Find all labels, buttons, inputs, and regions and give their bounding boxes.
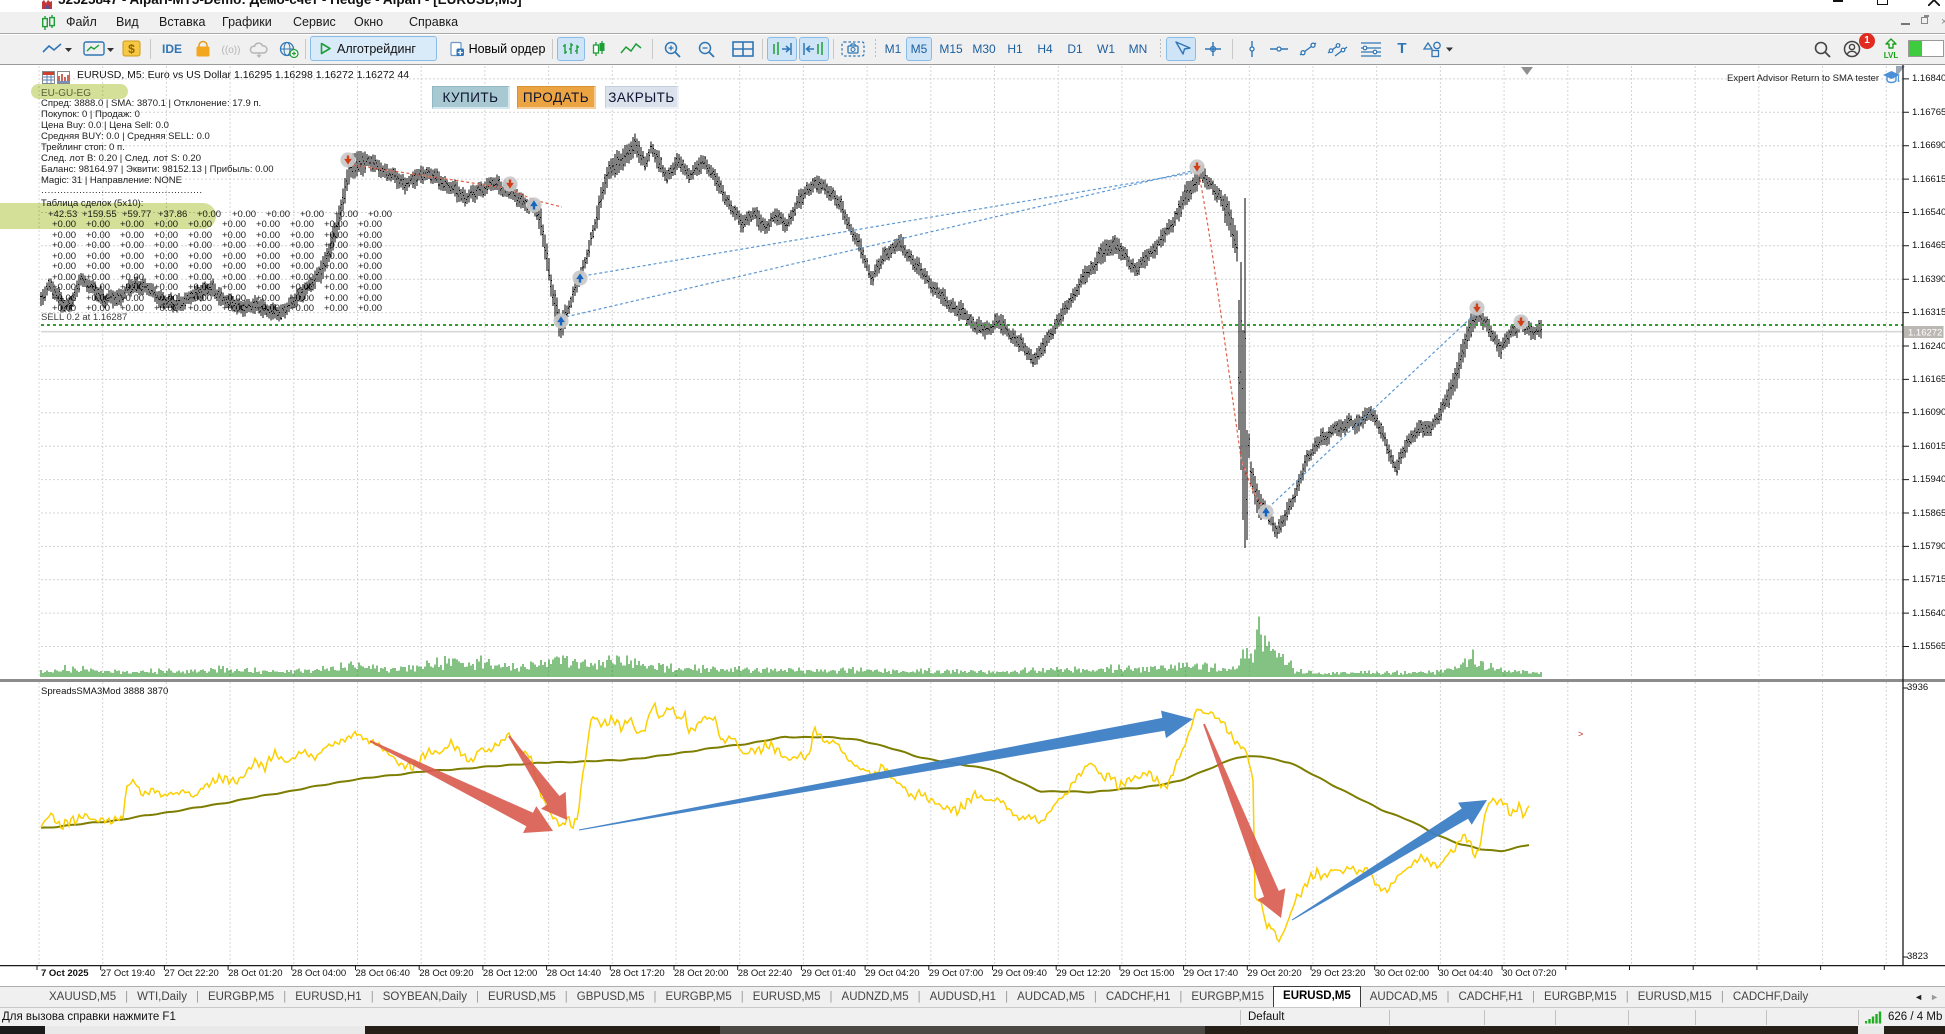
svg-text:LVL: LVL bbox=[1884, 51, 1899, 60]
svg-text:((o)): ((o)) bbox=[222, 45, 241, 56]
svg-text:$: $ bbox=[128, 42, 135, 56]
